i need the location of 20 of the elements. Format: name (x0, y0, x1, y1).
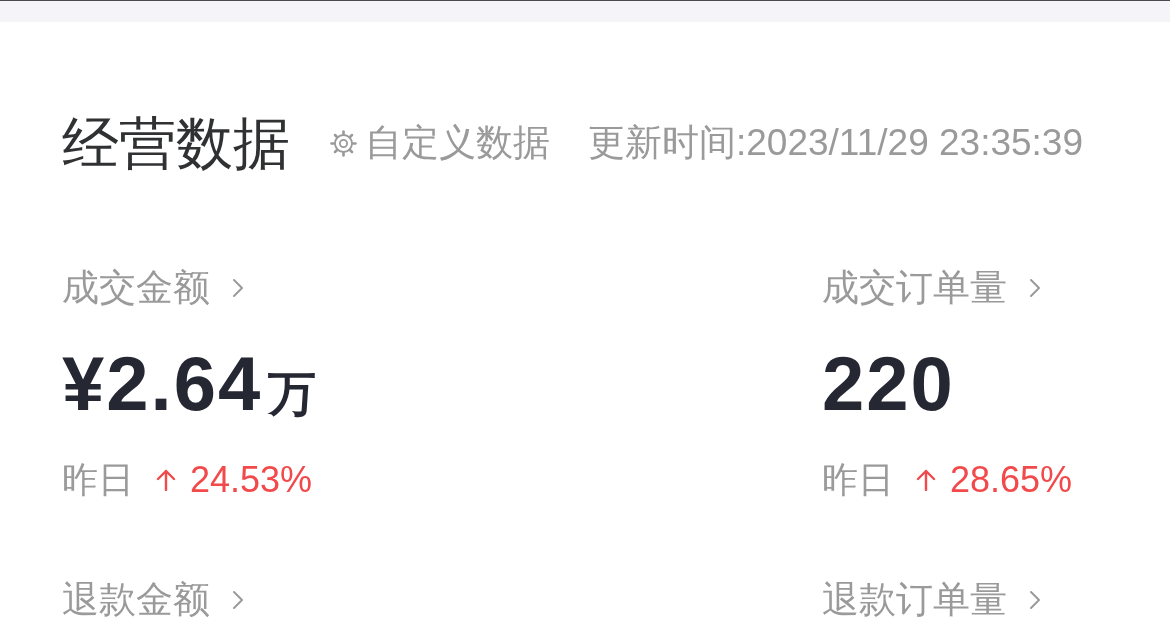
section-title: 经营数据 (62, 110, 290, 177)
customize-data-link[interactable]: 自定义数据 (330, 122, 550, 164)
chevron-right-icon (232, 278, 244, 298)
metric-value: 220 (822, 340, 955, 428)
arrow-up-icon (156, 469, 176, 491)
metric-link[interactable]: 成交金额 (62, 268, 244, 308)
change-percent: 24.53% (190, 460, 313, 500)
compare-label: 昨日 (62, 460, 134, 500)
arrow-up-icon (916, 469, 936, 491)
compare-label: 昨日 (822, 460, 894, 500)
metric-link[interactable]: 退款金额 (62, 580, 244, 620)
metric-value: ¥2.64万 (62, 340, 319, 428)
settings-icon (330, 129, 357, 157)
change-percent: 28.65% (950, 460, 1073, 500)
metric-link[interactable]: 成交订单量 (822, 268, 1041, 308)
metric-link[interactable]: 退款订单量 (822, 580, 1041, 620)
chevron-right-icon (232, 590, 244, 610)
update-time: 更新时间:2023/11/29 23:35:39 (588, 122, 1084, 164)
chevron-right-icon (1029, 278, 1041, 298)
chevron-right-icon (1029, 590, 1041, 610)
